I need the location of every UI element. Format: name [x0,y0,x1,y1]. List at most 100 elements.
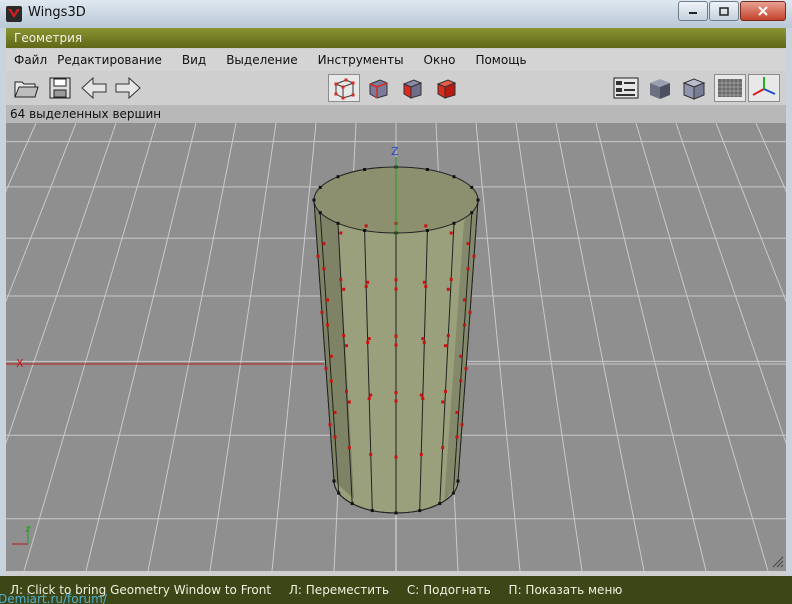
selected-vertex[interactable] [394,287,398,291]
edge-mode-button[interactable] [364,74,392,102]
menu-help[interactable]: Помощь [475,53,531,67]
vertex[interactable] [418,509,422,513]
selected-vertex[interactable] [468,310,472,314]
selected-vertex[interactable] [347,446,351,450]
selected-vertex[interactable] [460,423,464,427]
vertex[interactable] [476,198,480,202]
vertex[interactable] [370,509,374,513]
selected-vertex[interactable] [446,334,450,337]
selected-vertex[interactable] [459,379,463,383]
vertex[interactable] [452,221,456,225]
selected-vertex[interactable] [424,285,428,288]
selected-vertex[interactable] [333,411,337,414]
selected-vertex[interactable] [366,341,370,344]
ground-grid-button[interactable] [714,74,746,102]
selected-vertex[interactable] [394,399,398,403]
vertex[interactable] [336,221,340,225]
selected-vertex[interactable] [422,280,426,284]
selected-vertex[interactable] [441,400,445,404]
selected-vertex[interactable] [322,267,326,271]
vertex[interactable] [363,229,367,232]
minimize-button[interactable] [678,1,708,21]
selected-vertex[interactable] [441,446,445,450]
vertex[interactable] [350,502,354,506]
maximize-button[interactable] [709,1,739,21]
info-panel-button[interactable] [612,74,640,102]
selected-vertex[interactable] [422,341,426,344]
smooth-preview-button[interactable] [646,74,674,102]
selected-vertex[interactable] [421,337,425,341]
vertex[interactable] [425,168,429,171]
selected-vertex[interactable] [369,453,373,456]
object-mode-button[interactable] [432,74,460,102]
selected-vertex[interactable] [419,393,423,397]
geometry-viewport[interactable]: X Z [6,123,786,571]
menu-select[interactable]: Выделение [226,53,302,67]
vertex[interactable] [456,479,460,483]
selected-vertex[interactable] [421,397,425,400]
selected-vertex[interactable] [345,344,348,348]
resize-grip-icon[interactable] [772,556,784,568]
selected-vertex[interactable] [462,323,466,327]
selected-vertex[interactable] [449,231,453,235]
geometry-window-title[interactable]: Геометрия [6,28,786,48]
selected-vertex[interactable] [462,298,466,302]
selected-vertex[interactable] [342,287,346,291]
selected-vertex[interactable] [316,254,320,258]
vertex[interactable] [451,491,455,495]
menu-view[interactable]: Вид [182,53,211,67]
selected-vertex[interactable] [326,323,330,327]
selected-vertex[interactable] [326,298,330,302]
selected-vertex[interactable] [466,267,470,271]
vertex[interactable] [438,502,442,506]
selected-vertex[interactable] [369,393,373,397]
vertex[interactable] [318,185,322,189]
selected-vertex[interactable] [455,435,459,439]
selected-vertex[interactable] [419,453,423,456]
menu-file[interactable]: Файл [14,53,52,67]
selected-vertex[interactable] [333,435,337,439]
selected-vertex[interactable] [324,367,328,371]
selected-vertex[interactable] [424,224,428,228]
redo-button[interactable] [114,74,142,102]
selected-vertex[interactable] [444,344,447,348]
vertex[interactable] [452,175,456,179]
selected-vertex[interactable] [394,334,398,338]
selected-vertex[interactable] [394,391,398,395]
vertex-mode-button[interactable] [328,74,360,102]
vertex[interactable] [363,168,367,171]
open-button[interactable] [12,74,40,102]
selected-vertex[interactable] [394,455,398,459]
selected-vertex[interactable] [364,224,368,228]
selected-vertex[interactable] [449,277,453,281]
selected-vertex[interactable] [472,254,476,258]
selected-vertex[interactable] [339,277,343,281]
selected-vertex[interactable] [329,379,333,383]
selected-vertex[interactable] [367,337,371,341]
selected-vertex[interactable] [459,354,463,358]
selected-vertex[interactable] [446,287,450,291]
selected-vertex[interactable] [455,411,459,414]
save-button[interactable] [46,74,74,102]
selected-vertex[interactable] [320,310,324,314]
axes-button[interactable] [748,74,780,102]
perspective-button[interactable] [680,74,708,102]
face-mode-button[interactable] [398,74,426,102]
vertex[interactable] [312,198,316,202]
vertex[interactable] [337,491,341,495]
selected-vertex[interactable] [345,390,348,393]
menu-edit[interactable]: Редактирование [57,53,167,67]
vertex[interactable] [425,229,429,232]
vertex[interactable] [336,175,340,179]
selected-vertex[interactable] [347,400,351,404]
selected-vertex[interactable] [444,390,447,393]
selected-vertex[interactable] [342,334,346,337]
vertex[interactable] [470,185,474,189]
vertex[interactable] [394,511,398,515]
menu-window[interactable]: Окно [424,53,461,67]
vertex[interactable] [332,479,336,483]
selected-vertex[interactable] [394,343,398,347]
selected-vertex[interactable] [328,423,332,427]
vertex[interactable] [470,211,474,215]
selected-vertex[interactable] [329,354,333,358]
